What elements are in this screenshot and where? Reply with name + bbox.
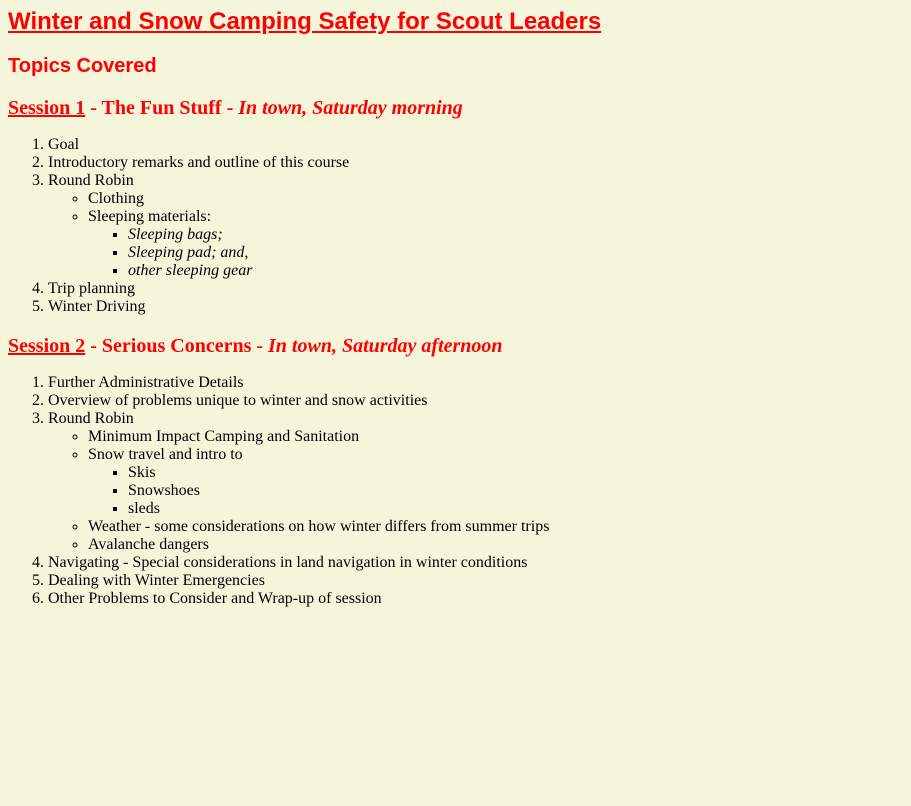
list-item: Minimum Impact Camping and Sanitation bbox=[88, 428, 903, 446]
session-1-list: Goal Introductory remarks and outline of… bbox=[8, 136, 903, 316]
list-item: Sleeping bags; bbox=[128, 226, 903, 244]
list-item: Weather - some considerations on how win… bbox=[88, 518, 903, 536]
list-item: sleds bbox=[128, 500, 903, 518]
list-item-label: Round Robin bbox=[48, 410, 134, 427]
list-item: other sleeping gear bbox=[128, 262, 903, 280]
session-2-heading: Session 2 - Serious Concerns - In town, … bbox=[8, 334, 903, 358]
list-item: Sleeping pad; and, bbox=[128, 244, 903, 262]
round-robin-list: Clothing Sleeping materials: Sleeping ba… bbox=[48, 190, 903, 280]
list-item: Overview of problems unique to winter an… bbox=[48, 392, 903, 410]
title-link[interactable]: Winter and Snow Camping Safety for Scout… bbox=[8, 8, 601, 35]
list-item: Snowshoes bbox=[128, 482, 903, 500]
list-item: Sleeping materials: Sleeping bags; Sleep… bbox=[88, 208, 903, 280]
list-item: Round Robin Minimum Impact Camping and S… bbox=[48, 410, 903, 554]
list-item: Winter Driving bbox=[48, 298, 903, 316]
page-content: Winter and Snow Camping Safety for Scout… bbox=[0, 8, 911, 608]
session-1-location: In town, Saturday morning bbox=[238, 97, 463, 119]
session-2-title: - Serious Concerns - bbox=[85, 335, 269, 357]
list-item: Avalanche dangers bbox=[88, 536, 903, 554]
sleeping-materials-list: Sleeping bags; Sleeping pad; and, other … bbox=[88, 226, 903, 280]
list-item: Navigating - Special considerations in l… bbox=[48, 554, 903, 572]
session-1-link[interactable]: Session 1 bbox=[8, 97, 85, 119]
list-item: Goal bbox=[48, 136, 903, 154]
round-robin-list: Minimum Impact Camping and Sanitation Sn… bbox=[48, 428, 903, 554]
list-item: Trip planning bbox=[48, 280, 903, 298]
list-item: Skis bbox=[128, 464, 903, 482]
list-item: Snow travel and intro to Skis Snowshoes … bbox=[88, 446, 903, 518]
list-item: Clothing bbox=[88, 190, 903, 208]
list-item-label: Round Robin bbox=[48, 172, 134, 189]
list-item: Dealing with Winter Emergencies bbox=[48, 572, 903, 590]
list-item: Further Administrative Details bbox=[48, 374, 903, 392]
list-item: Introductory remarks and outline of this… bbox=[48, 154, 903, 172]
session-2-link[interactable]: Session 2 bbox=[8, 335, 85, 357]
list-item-label: Sleeping materials: bbox=[88, 208, 212, 225]
topics-heading: Topics Covered bbox=[8, 55, 157, 77]
list-item-label: Snow travel and intro to bbox=[88, 446, 243, 463]
page-title: Winter and Snow Camping Safety for Scout… bbox=[8, 8, 903, 36]
list-item: Other Problems to Consider and Wrap-up o… bbox=[48, 590, 903, 608]
list-item: Round Robin Clothing Sleeping materials:… bbox=[48, 172, 903, 280]
snow-travel-list: Skis Snowshoes sleds bbox=[88, 464, 903, 518]
session-1-title: - The Fun Stuff - bbox=[85, 97, 239, 119]
session-1-heading: Session 1 - The Fun Stuff - In town, Sat… bbox=[8, 96, 903, 120]
session-2-list: Further Administrative Details Overview … bbox=[8, 374, 903, 608]
session-2-location: In town, Saturday afternoon bbox=[268, 335, 503, 357]
